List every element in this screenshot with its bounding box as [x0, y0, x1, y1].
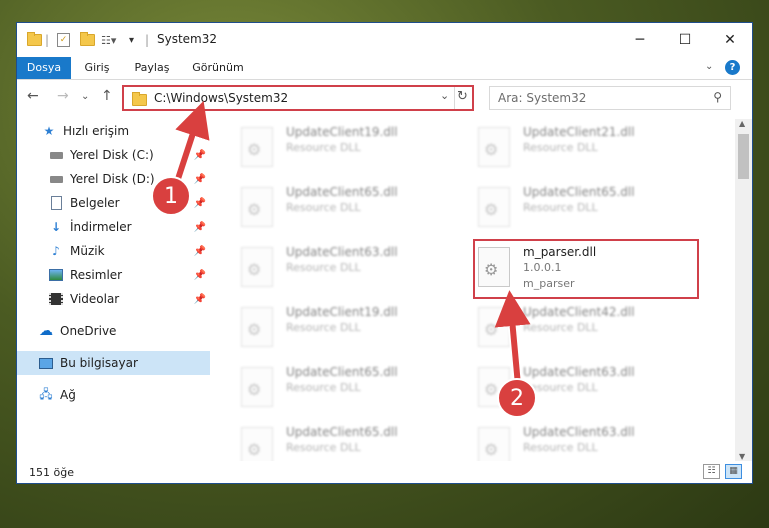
step-1-badge: 1 [151, 176, 191, 216]
annotation-arrows [171, 100, 531, 386]
step-2-badge: 2 [497, 378, 537, 418]
arrow-to-address-bar [173, 100, 210, 186]
arrow-to-dll-file [494, 290, 531, 386]
